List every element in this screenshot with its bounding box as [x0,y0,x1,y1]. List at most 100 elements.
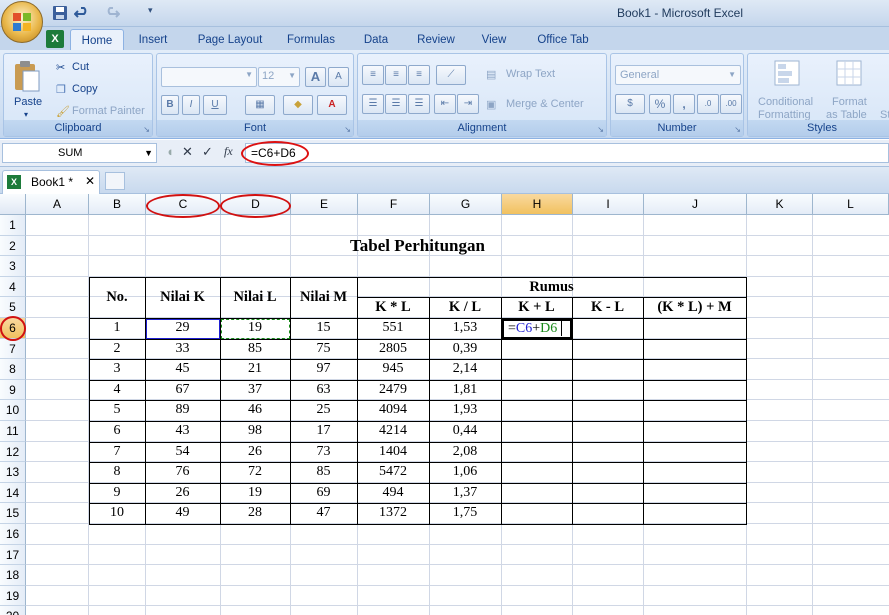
underline-button[interactable]: U [203,95,227,115]
cell-k-times-l[interactable]: 2479 [357,380,429,401]
header-nilai-m[interactable]: Nilai M [290,277,357,318]
header-k-plus-l[interactable]: K + L [501,297,572,318]
tab-office-tab[interactable]: Office Tab [530,29,596,51]
fill-color-button[interactable]: ◆ [283,95,313,115]
name-box[interactable]: SUM ▼ [2,143,157,163]
row-header-20[interactable]: 20 [0,606,26,615]
cell-nilai-m[interactable]: 17 [290,421,357,442]
percent-button[interactable]: % [649,94,671,114]
row-header-18[interactable]: 18 [0,565,26,586]
row-header-17[interactable]: 17 [0,544,26,566]
cell-nilai-l[interactable]: 98 [220,421,290,442]
row-header-5[interactable]: 5 [0,297,26,318]
tab-home[interactable]: Home [70,29,124,51]
cell-nilai-k[interactable]: 26 [145,483,220,504]
cell-k-times-l[interactable]: 4094 [357,400,429,421]
cell-nilai-k[interactable]: 54 [145,442,220,463]
active-cell-editor[interactable]: =C6+D6 [502,319,572,339]
cell-nilai-m[interactable]: 69 [290,483,357,504]
cell-no[interactable]: 4 [89,380,145,401]
currency-button[interactable]: $ [615,94,645,114]
header-k-times-l[interactable]: K * L [357,297,429,318]
column-header-j[interactable]: J [644,194,747,215]
row-header-1[interactable]: 1 [0,215,26,236]
cell-nilai-k[interactable]: 45 [145,359,220,380]
align-bottom-button[interactable]: ≡ [408,65,430,85]
font-color-button[interactable]: A [317,95,347,115]
office-button[interactable] [1,1,43,43]
cell-k-times-l[interactable]: 2805 [357,339,429,360]
save-icon[interactable] [52,5,68,21]
cell-k-times-l[interactable]: 551 [357,318,429,339]
customize-qat-icon[interactable]: ▾ [148,5,164,21]
column-header-l[interactable]: L [813,194,889,215]
cell-no[interactable]: 10 [89,503,145,524]
cell-nilai-m[interactable]: 85 [290,462,357,483]
cell-k-times-l[interactable]: 945 [357,359,429,380]
cell-nilai-m[interactable]: 47 [290,503,357,524]
cell-k-div-l[interactable]: 1,53 [429,318,501,339]
close-icon[interactable]: ✕ [85,174,95,188]
row-header-10[interactable]: 10 [0,400,26,421]
comma-button[interactable]: , [673,94,695,114]
cell-no[interactable]: 7 [89,442,145,463]
cell-nilai-k[interactable]: 67 [145,380,220,401]
column-header-g[interactable]: G [430,194,502,215]
conditional-formatting-button[interactable]: Conditional [758,96,813,108]
cell-k-div-l[interactable]: 1,37 [429,483,501,504]
tab-view[interactable]: View [476,29,512,51]
tab-review[interactable]: Review [410,29,462,51]
row-header-9[interactable]: 9 [0,379,26,401]
redo-icon[interactable] [104,5,121,21]
cell-k-div-l[interactable]: 1,93 [429,400,501,421]
cut-button[interactable]: Cut [72,61,89,73]
cell-k-times-l[interactable]: 494 [357,483,429,504]
cell-no[interactable]: 2 [89,339,145,360]
decrease-decimal-button[interactable]: .00 [720,94,742,114]
column-header-k[interactable]: K [747,194,813,215]
tab-page-layout[interactable]: Page Layout [190,29,270,51]
header-nilai-k[interactable]: Nilai K [145,277,220,318]
header-k-div-l[interactable]: K / L [429,297,501,318]
cell-k-div-l[interactable]: 1,81 [429,380,501,401]
cell-nilai-l[interactable]: 21 [220,359,290,380]
cell-no[interactable]: 6 [89,421,145,442]
align-right-button[interactable]: ☰ [408,94,430,114]
header-k-minus-l[interactable]: K - L [572,297,643,318]
format-painter-button[interactable]: Format Painter [72,105,145,117]
cell-nilai-m[interactable]: 15 [290,318,357,339]
number-format-select[interactable]: General ▼ [615,65,741,85]
cell-nilai-k[interactable]: 43 [145,421,220,442]
row-header-12[interactable]: 12 [0,441,26,463]
chevron-down-icon[interactable]: ▼ [144,144,153,162]
align-top-button[interactable]: ≡ [362,65,384,85]
increase-indent-button[interactable]: ⇥ [457,94,479,114]
cell-no[interactable]: 1 [89,318,145,339]
row-header-3[interactable]: 3 [0,256,26,277]
column-header-a[interactable]: A [26,194,89,215]
font-launcher-icon[interactable]: ↘ [344,125,351,134]
undo-icon[interactable] [73,5,90,21]
orientation-button[interactable]: ⟋ [436,65,466,85]
cell-k-div-l[interactable]: 1,75 [429,503,501,524]
row-header-13[interactable]: 13 [0,462,26,483]
cell-k-times-l[interactable]: 1372 [357,503,429,524]
font-size-select[interactable]: 12 ▼ [258,67,300,87]
align-center-button[interactable]: ☰ [385,94,407,114]
align-middle-button[interactable]: ≡ [385,65,407,85]
cell-k-div-l[interactable]: 2,08 [429,442,501,463]
cell-nilai-k[interactable]: 76 [145,462,220,483]
cell-k-times-l[interactable]: 1404 [357,442,429,463]
cell-nilai-l[interactable]: 72 [220,462,290,483]
increase-decimal-button[interactable]: .0 [697,94,719,114]
enter-icon[interactable]: ✓ [202,144,213,160]
italic-button[interactable]: I [182,95,200,115]
border-button[interactable]: ▦ [245,95,275,115]
cell-nilai-l[interactable]: 46 [220,400,290,421]
row-header-19[interactable]: 19 [0,585,26,607]
row-header-2[interactable]: 2 [0,235,26,257]
tab-formulas[interactable]: Formulas [282,29,340,51]
tab-data[interactable]: Data [356,29,396,51]
cell-k-div-l[interactable]: 0,44 [429,421,501,442]
row-header-11[interactable]: 11 [0,421,26,442]
